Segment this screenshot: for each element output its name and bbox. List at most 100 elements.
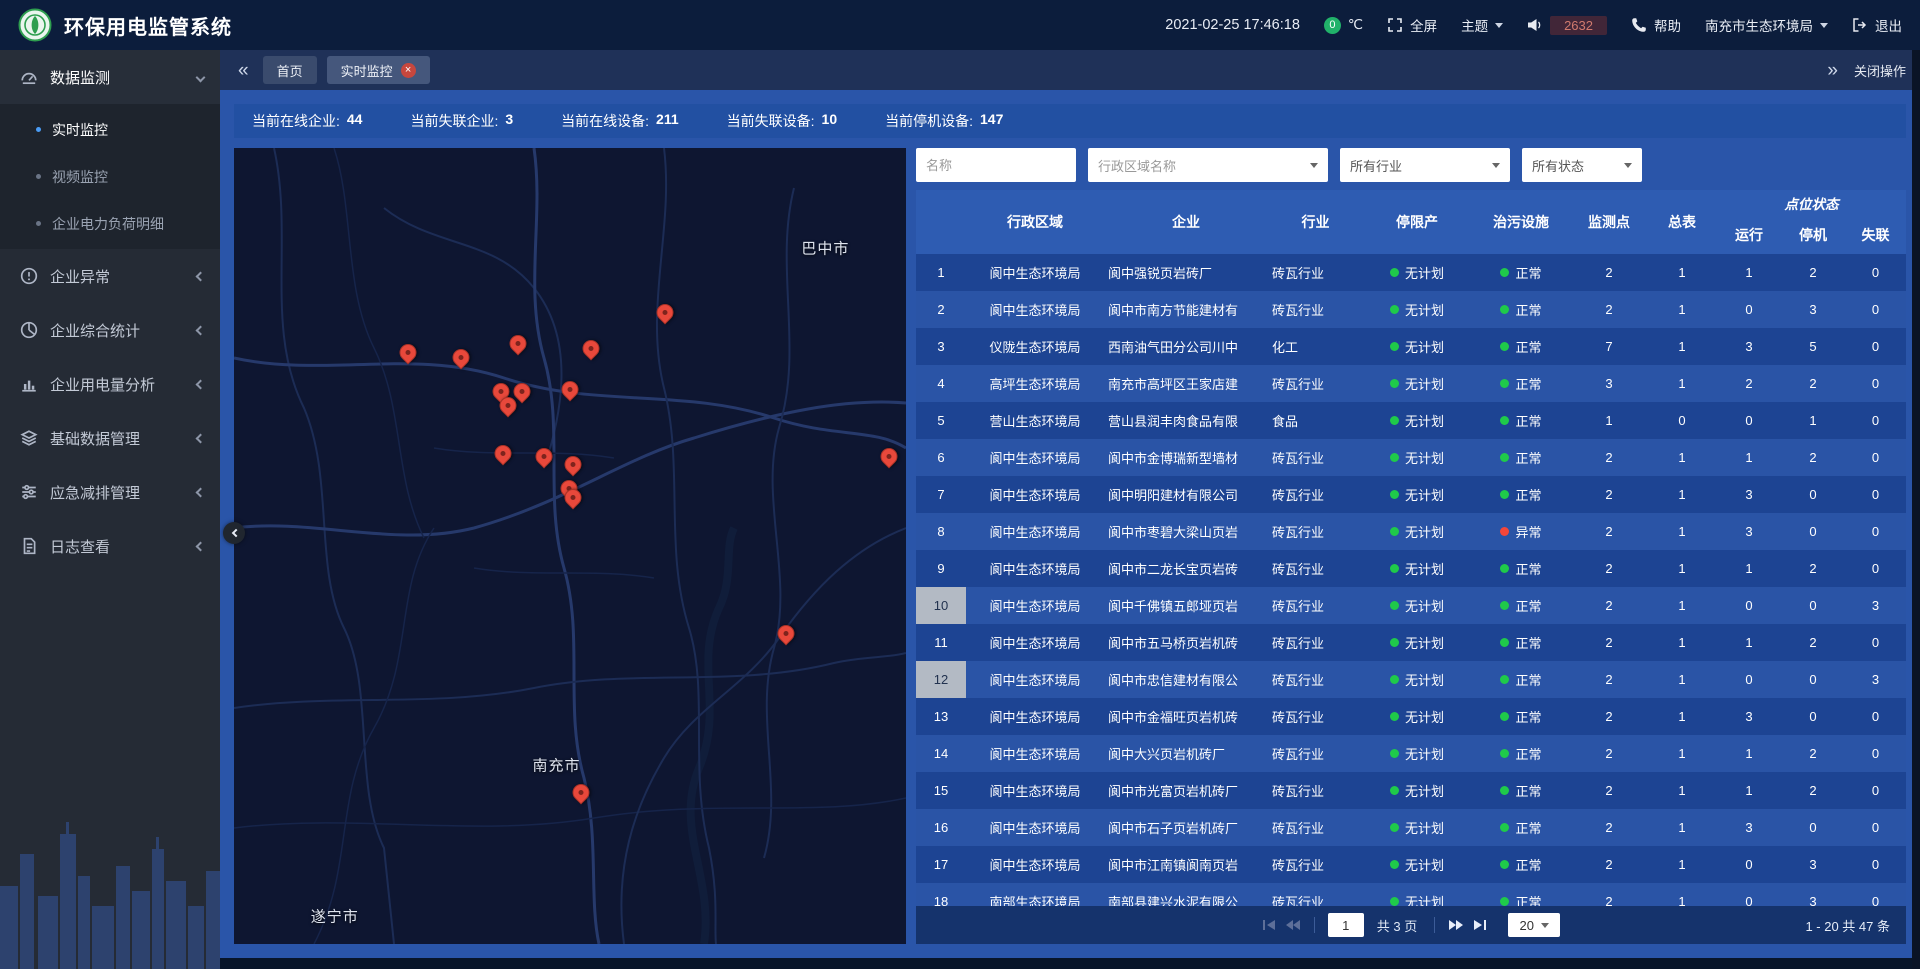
close-tab-icon[interactable]: × [401, 63, 416, 78]
table-row[interactable]: 4高坪生态环境局南充市高坪区王家店建砖瓦行业无计划正常31220 [916, 365, 1906, 402]
page-number-input[interactable] [1328, 913, 1364, 937]
table-row[interactable]: 16阆中生态环境局阆中市石子页岩机砖厂砖瓦行业无计划正常21300 [916, 809, 1906, 846]
status-dot-icon [1500, 897, 1509, 906]
chevron-left-icon [196, 271, 206, 281]
row-total-meters: 1 [1647, 809, 1717, 846]
region-select[interactable]: 行政区域名称 [1088, 148, 1328, 182]
row-running-count: 0 [1717, 587, 1781, 624]
scroll-tabs-right-button[interactable]: » [1823, 61, 1842, 80]
chevron-down-icon [1310, 163, 1318, 168]
row-facility-status: 正常 [1471, 365, 1571, 402]
row-industry: 砖瓦行业 [1268, 772, 1363, 809]
table-row[interactable]: 11阆中生态环境局阆中市五马桥页岩机砖砖瓦行业无计划正常21120 [916, 624, 1906, 661]
col-status-group: 点位状态 [1717, 190, 1906, 216]
prev-page-button[interactable] [1285, 919, 1301, 931]
chevron-down-icon [1495, 23, 1503, 28]
sidebar-item-power-usage-analysis[interactable]: 企业用电量分析 [0, 357, 220, 411]
row-stopped-count: 3 [1781, 883, 1845, 906]
help-button[interactable]: 帮助 [1631, 15, 1681, 35]
table-row[interactable]: 10阆中生态环境局阆中千佛镇五郎垭页岩砖瓦行业无计划正常21003 [916, 587, 1906, 624]
theme-menu-button[interactable]: 主题 [1461, 15, 1503, 35]
table-row[interactable]: 8阆中生态环境局阆中市枣碧大梁山页岩砖瓦行业无计划异常21300 [916, 513, 1906, 550]
stat-value: 211 [656, 111, 679, 131]
row-region: 阆中生态环境局 [966, 291, 1104, 328]
table-row[interactable]: 12阆中生态环境局阆中市忠信建材有限公砖瓦行业无计划正常21003 [916, 661, 1906, 698]
tab-realtime-monitoring[interactable]: 实时监控 × [327, 56, 430, 84]
row-total-meters: 1 [1647, 772, 1717, 809]
sidebar-item-power-load-detail[interactable]: 企业电力负荷明细 [0, 200, 220, 247]
status-select[interactable]: 所有状态 [1522, 148, 1642, 182]
row-region: 阆中生态环境局 [966, 476, 1104, 513]
status-select-value: 所有状态 [1532, 156, 1584, 175]
table-row[interactable]: 1阆中生态环境局阆中强锐页岩砖厂砖瓦行业无计划正常21120 [916, 254, 1906, 291]
filter-bar: 行政区域名称 所有行业 所有状态 [916, 148, 1906, 182]
status-dot-icon [1390, 342, 1399, 351]
close-operations-button[interactable]: 关闭操作 [1854, 61, 1906, 80]
row-company: 阆中市枣碧大梁山页岩 [1104, 513, 1268, 550]
map[interactable]: 巴中市南充市遂宁市 [234, 148, 906, 944]
sidebar-item-enterprise-anomaly[interactable]: 企业异常 [0, 249, 220, 303]
gauge-icon [20, 68, 38, 86]
table-row[interactable]: 6阆中生态环境局阆中市金博瑞新型墙材砖瓦行业无计划正常21120 [916, 439, 1906, 476]
row-stopped-count: 0 [1781, 809, 1845, 846]
scrollbar-track[interactable] [1912, 50, 1920, 969]
table-row[interactable]: 9阆中生态环境局阆中市二龙长宝页岩砖砖瓦行业无计划正常21120 [916, 550, 1906, 587]
table-row[interactable]: 18南部生态环境局南部县建兴水泥有限公砖瓦行业无计划正常21030 [916, 883, 1906, 906]
sidebar-item-video-monitoring[interactable]: 视频监控 [0, 153, 220, 200]
row-index: 4 [916, 365, 966, 402]
sidebar-item-log-view[interactable]: 日志查看 [0, 519, 220, 573]
table-row[interactable]: 17阆中生态环境局阆中市江南镇阆南页岩砖瓦行业无计划正常21030 [916, 846, 1906, 883]
alarm-button[interactable]: 2632 [1527, 16, 1607, 35]
divider [1434, 917, 1435, 933]
row-total-meters: 1 [1647, 624, 1717, 661]
pagination-bar: 共 3 页 20 [916, 906, 1906, 944]
table-row[interactable]: 14阆中生态环境局阆中大兴页岩机砖厂砖瓦行业无计划正常21120 [916, 735, 1906, 772]
row-industry: 砖瓦行业 [1268, 883, 1363, 906]
table-row[interactable]: 3仪陇生态环境局西南油气田分公司川中化工无计划正常71350 [916, 328, 1906, 365]
bullet-icon [36, 127, 41, 132]
pie-chart-icon [20, 321, 38, 339]
last-page-button[interactable] [1473, 919, 1487, 931]
row-running-count: 3 [1717, 476, 1781, 513]
status-dot-icon [1500, 638, 1509, 647]
next-page-button[interactable] [1448, 919, 1464, 931]
fullscreen-icon [1387, 17, 1403, 33]
table-row[interactable]: 15阆中生态环境局阆中市光富页岩机砖厂砖瓦行业无计划正常21120 [916, 772, 1906, 809]
stat-value: 3 [505, 111, 513, 131]
sidebar-item-emergency-reduction[interactable]: 应急减排管理 [0, 465, 220, 519]
logout-button[interactable]: 退出 [1852, 15, 1902, 35]
alarm-count-badge: 2632 [1550, 16, 1607, 35]
table-row[interactable]: 7阆中生态环境局阆中明阳建材有限公司砖瓦行业无计划正常21300 [916, 476, 1906, 513]
industry-select[interactable]: 所有行业 [1340, 148, 1510, 182]
row-total-meters: 1 [1647, 735, 1717, 772]
row-monitor-points: 2 [1571, 291, 1647, 328]
chevron-left-icon [196, 325, 206, 335]
sidebar-item-enterprise-statistics[interactable]: 企业综合统计 [0, 303, 220, 357]
table-row[interactable]: 13阆中生态环境局阆中市金福旺页岩机砖砖瓦行业无计划正常21300 [916, 698, 1906, 735]
status-dot-icon [1390, 638, 1399, 647]
row-monitor-points: 2 [1571, 661, 1647, 698]
first-page-button[interactable] [1262, 919, 1276, 931]
table-row[interactable]: 2阆中生态环境局阆中市南方节能建材有砖瓦行业无计划正常21030 [916, 291, 1906, 328]
tab-home[interactable]: 首页 [263, 56, 317, 84]
row-index: 6 [916, 439, 966, 476]
sidebar-item-realtime-monitoring[interactable]: 实时监控 [0, 106, 220, 153]
sidebar-item-base-data-management[interactable]: 基础数据管理 [0, 411, 220, 465]
fullscreen-button[interactable]: 全屏 [1387, 15, 1437, 35]
organization-menu-button[interactable]: 南充市生态环境局 [1705, 15, 1828, 35]
row-offline-count: 0 [1845, 402, 1906, 439]
scroll-tabs-left-button[interactable]: « [234, 61, 253, 80]
collapse-sidebar-button[interactable] [223, 522, 245, 544]
chevron-left-icon [231, 529, 239, 537]
status-dot-icon [1390, 564, 1399, 573]
table-row[interactable]: 5营山生态环境局营山县润丰肉食品有限食品无计划正常10010 [916, 402, 1906, 439]
row-index: 15 [916, 772, 966, 809]
page-size-select[interactable]: 20 [1508, 913, 1560, 937]
row-offline-count: 0 [1845, 883, 1906, 906]
chevron-down-icon [1492, 163, 1500, 168]
sidebar-item-data-monitoring[interactable]: 数据监测 [0, 50, 220, 104]
name-search-input[interactable] [916, 148, 1076, 182]
row-monitor-points: 2 [1571, 550, 1647, 587]
row-industry: 砖瓦行业 [1268, 735, 1363, 772]
row-stopped-count: 5 [1781, 328, 1845, 365]
